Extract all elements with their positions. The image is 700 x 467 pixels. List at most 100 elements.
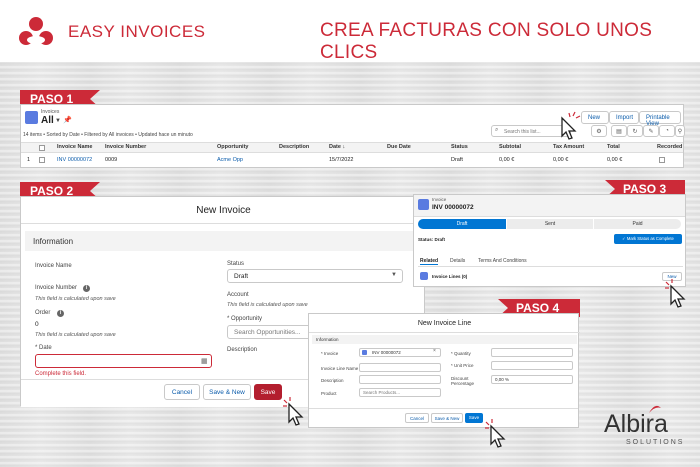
title-divider [21,223,426,224]
albira-logo: Albira [604,410,668,438]
line-section-header[interactable]: Information [312,335,577,344]
order-value: 0 [35,321,39,328]
line-name-input[interactable] [359,363,441,372]
line-save-and-new-button[interactable]: Save & New [431,413,463,423]
chevron-down-icon[interactable]: ▼ [391,272,397,278]
mark-status-complete-button[interactable]: ✓ Mark Status as Complete [614,234,682,244]
line-modal-title: New Invoice Line [417,320,472,327]
filter-icon[interactable]: ⚲ [675,125,685,137]
row-subtotal: 0,00 € [499,157,515,163]
tab-details[interactable]: Details [450,258,465,264]
invoice-lines-icon [420,272,428,280]
unit-price-label: * Unit Price [451,363,474,368]
order-note: This field is calculated upon save [35,332,116,338]
tab-related[interactable]: Related [420,258,439,265]
invoice-number-note: This field is calculated upon save [35,296,116,302]
status-select[interactable]: Draft [227,269,403,283]
discount-label: Discount Percentage [451,376,475,386]
cursor-click-icon [485,419,506,448]
refresh-icon[interactable]: ↻ [627,125,643,137]
account-label: Account [227,292,249,298]
printable-view-button[interactable]: Printable View [639,111,681,127]
title-divider [309,332,580,333]
col-tax-amount[interactable]: Tax Amount [553,144,584,150]
invoice-object-icon [25,111,38,124]
save-button[interactable]: Save [254,384,282,400]
record-name: INV 00000072 [432,204,474,211]
modal-title: New Invoice [196,205,251,216]
row-invoice-name[interactable]: INV 00000072 [57,157,92,163]
info-icon[interactable]: i [57,310,64,317]
pin-icon[interactable]: 📌 [63,116,72,124]
edit-pencil-icon[interactable]: ✎ [643,125,659,137]
list-meta: 14 items • Sorted by Date • Filtered by … [23,132,193,138]
col-description[interactable]: Description [279,144,309,150]
date-input[interactable] [35,354,212,368]
import-button[interactable]: Import [609,111,639,124]
invoice-label: * Invoice [321,351,339,356]
quantity-label: * Quantity [451,351,471,356]
status-text: Status: Draft [418,237,446,242]
row-invoice-number: 0009 [105,157,118,163]
tab-terms[interactable]: Terms And Conditions [478,258,527,264]
chart-icon[interactable]: ◔ [659,125,675,137]
list-view-name[interactable]: All [41,115,54,126]
select-all-checkbox[interactable] [39,145,45,151]
line-cancel-button[interactable]: Cancel [405,413,429,423]
clear-icon[interactable]: × [433,348,436,354]
order-label: Order [35,310,51,316]
record-header: Invoice INV 00000072 [414,195,685,217]
status-label: Status [227,261,245,267]
row-checkbox[interactable] [39,157,45,163]
chevron-down-icon[interactable]: ▼ [55,118,61,124]
product-label: Product [321,391,337,396]
cursor-click-icon [561,111,581,140]
col-total[interactable]: Total [607,144,620,150]
row-tax-amount: 0,00 € [553,157,569,163]
table-header: Invoice Name Invoice Number Opportunity … [21,142,683,153]
row-opportunity[interactable]: Acme Opp [217,157,243,163]
col-opportunity[interactable]: Opportunity [217,144,248,150]
path-step-sent[interactable]: Sent [507,219,593,229]
invoice-name-label: Invoice Name [35,263,72,269]
row-recorded-checkbox [659,157,665,163]
row-total: 0,00 € [607,157,623,163]
cancel-button[interactable]: Cancel [164,384,200,400]
col-invoice-number[interactable]: Invoice Number [105,144,146,150]
col-due-date[interactable]: Due Date [387,144,411,150]
info-icon[interactable]: i [83,285,90,292]
row-index: 1 [27,157,31,163]
invoice-object-icon [418,199,429,210]
path-step-paid[interactable]: Paid [594,219,681,229]
easy-invoices-logo-icon [19,17,53,45]
settings-gear-icon[interactable]: ⚙ [591,125,607,137]
invoice-lookup-input[interactable]: INV 00000072 [359,348,441,357]
account-note: This field is calculated upon save [227,302,308,308]
discount-input[interactable]: 0,00 % [491,375,573,384]
invoices-list-view: Invoices All ▼ 📌 New Import Printable Vi… [20,104,685,168]
save-and-new-button[interactable]: Save & New [203,384,251,400]
brand-name: EASY INVOICES [68,22,206,41]
path-step-draft[interactable]: Draft [418,219,506,229]
calendar-icon[interactable]: ▦ [201,357,208,365]
col-date[interactable]: Date ↓ [329,144,345,150]
invoice-lines-title[interactable]: Invoice Lines (0) [432,274,467,279]
invoice-object-icon [362,350,367,355]
section-header[interactable]: Information [25,231,420,251]
row-date: 15/7/2022 [329,157,354,163]
date-label: * Date [35,345,52,351]
quantity-input[interactable] [491,348,573,357]
col-recorded[interactable]: Recorded [657,144,682,150]
unit-price-input[interactable] [491,361,573,370]
line-save-button[interactable]: Save [465,413,483,423]
col-invoice-name[interactable]: Invoice Name [57,144,92,150]
cursor-click-icon [283,397,304,426]
new-button[interactable]: New [581,111,609,124]
col-subtotal[interactable]: Subtotal [499,144,521,150]
line-footer-divider [309,408,578,409]
display-as-icon[interactable]: ▤ [611,125,627,137]
product-search-input[interactable]: Search Products... [359,388,441,397]
record-object-label: Invoice [432,197,447,202]
line-description-input[interactable] [359,375,441,384]
col-status[interactable]: Status [451,144,468,150]
